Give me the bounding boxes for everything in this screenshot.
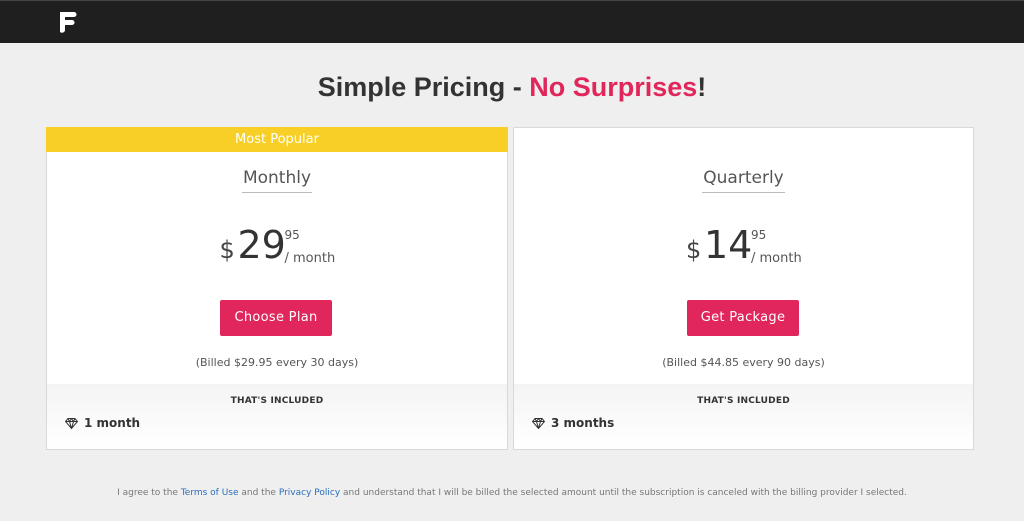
diamond-icon — [532, 417, 545, 429]
f-logo-icon[interactable] — [57, 10, 77, 34]
plan-card-monthly: Most Popular Monthly $ 29 95 / month Cho… — [46, 127, 508, 450]
price-currency: $ — [219, 236, 235, 264]
included-section: THAT'S INCLUDED 3 months — [514, 384, 973, 449]
plan-name: Quarterly — [514, 168, 973, 193]
privacy-policy-link[interactable]: Privacy Policy — [279, 488, 340, 498]
included-item-label: 1 month — [84, 416, 141, 430]
price-cents: 95 — [751, 228, 767, 242]
most-popular-badge: Most Popular — [46, 127, 508, 152]
plan-price: $ 14 95 / month — [514, 220, 973, 280]
plan-card-quarterly: Quarterly $ 14 95 / month Get Package (B… — [513, 127, 974, 450]
title-part1: Simple Pricing - — [317, 72, 530, 102]
included-section: THAT'S INCLUDED 1 month — [47, 384, 507, 449]
page-title: Simple Pricing - No Surprises! — [0, 72, 1024, 103]
footer-text3: and understand that I will be billed the… — [340, 488, 907, 498]
plan-price: $ 29 95 / month — [47, 220, 507, 280]
included-item: 1 month — [65, 416, 140, 430]
diamond-icon — [65, 417, 78, 429]
price-amount: 14 — [704, 223, 753, 267]
plan-name-label: Monthly — [241, 168, 313, 193]
price-cents: 95 — [284, 228, 300, 242]
billing-note: (Billed $29.95 every 30 days) — [195, 356, 359, 369]
price-period: / month — [284, 251, 336, 266]
billing-note: (Billed $44.85 every 90 days) — [662, 356, 825, 369]
get-package-button[interactable]: Get Package — [687, 300, 799, 336]
included-title: THAT'S INCLUDED — [697, 396, 790, 406]
choose-plan-button[interactable]: Choose Plan — [220, 300, 332, 336]
included-title: THAT'S INCLUDED — [230, 396, 324, 406]
terms-agreement-text: I agree to the Terms of Use and the Priv… — [0, 488, 1024, 498]
top-navbar — [0, 0, 1024, 43]
title-accent: No Surprises — [529, 72, 698, 102]
title-part2: ! — [697, 72, 707, 102]
plan-name-label: Quarterly — [702, 168, 785, 193]
price-amount: 29 — [237, 223, 286, 267]
plan-name: Monthly — [47, 168, 507, 193]
included-item-label: 3 months — [551, 416, 615, 430]
price-currency: $ — [686, 236, 702, 264]
footer-text1: I agree to the — [117, 488, 181, 498]
price-period: / month — [751, 251, 802, 266]
included-item: 3 months — [532, 416, 614, 430]
footer-text2: and the — [238, 488, 279, 498]
terms-of-use-link[interactable]: Terms of Use — [181, 488, 239, 498]
